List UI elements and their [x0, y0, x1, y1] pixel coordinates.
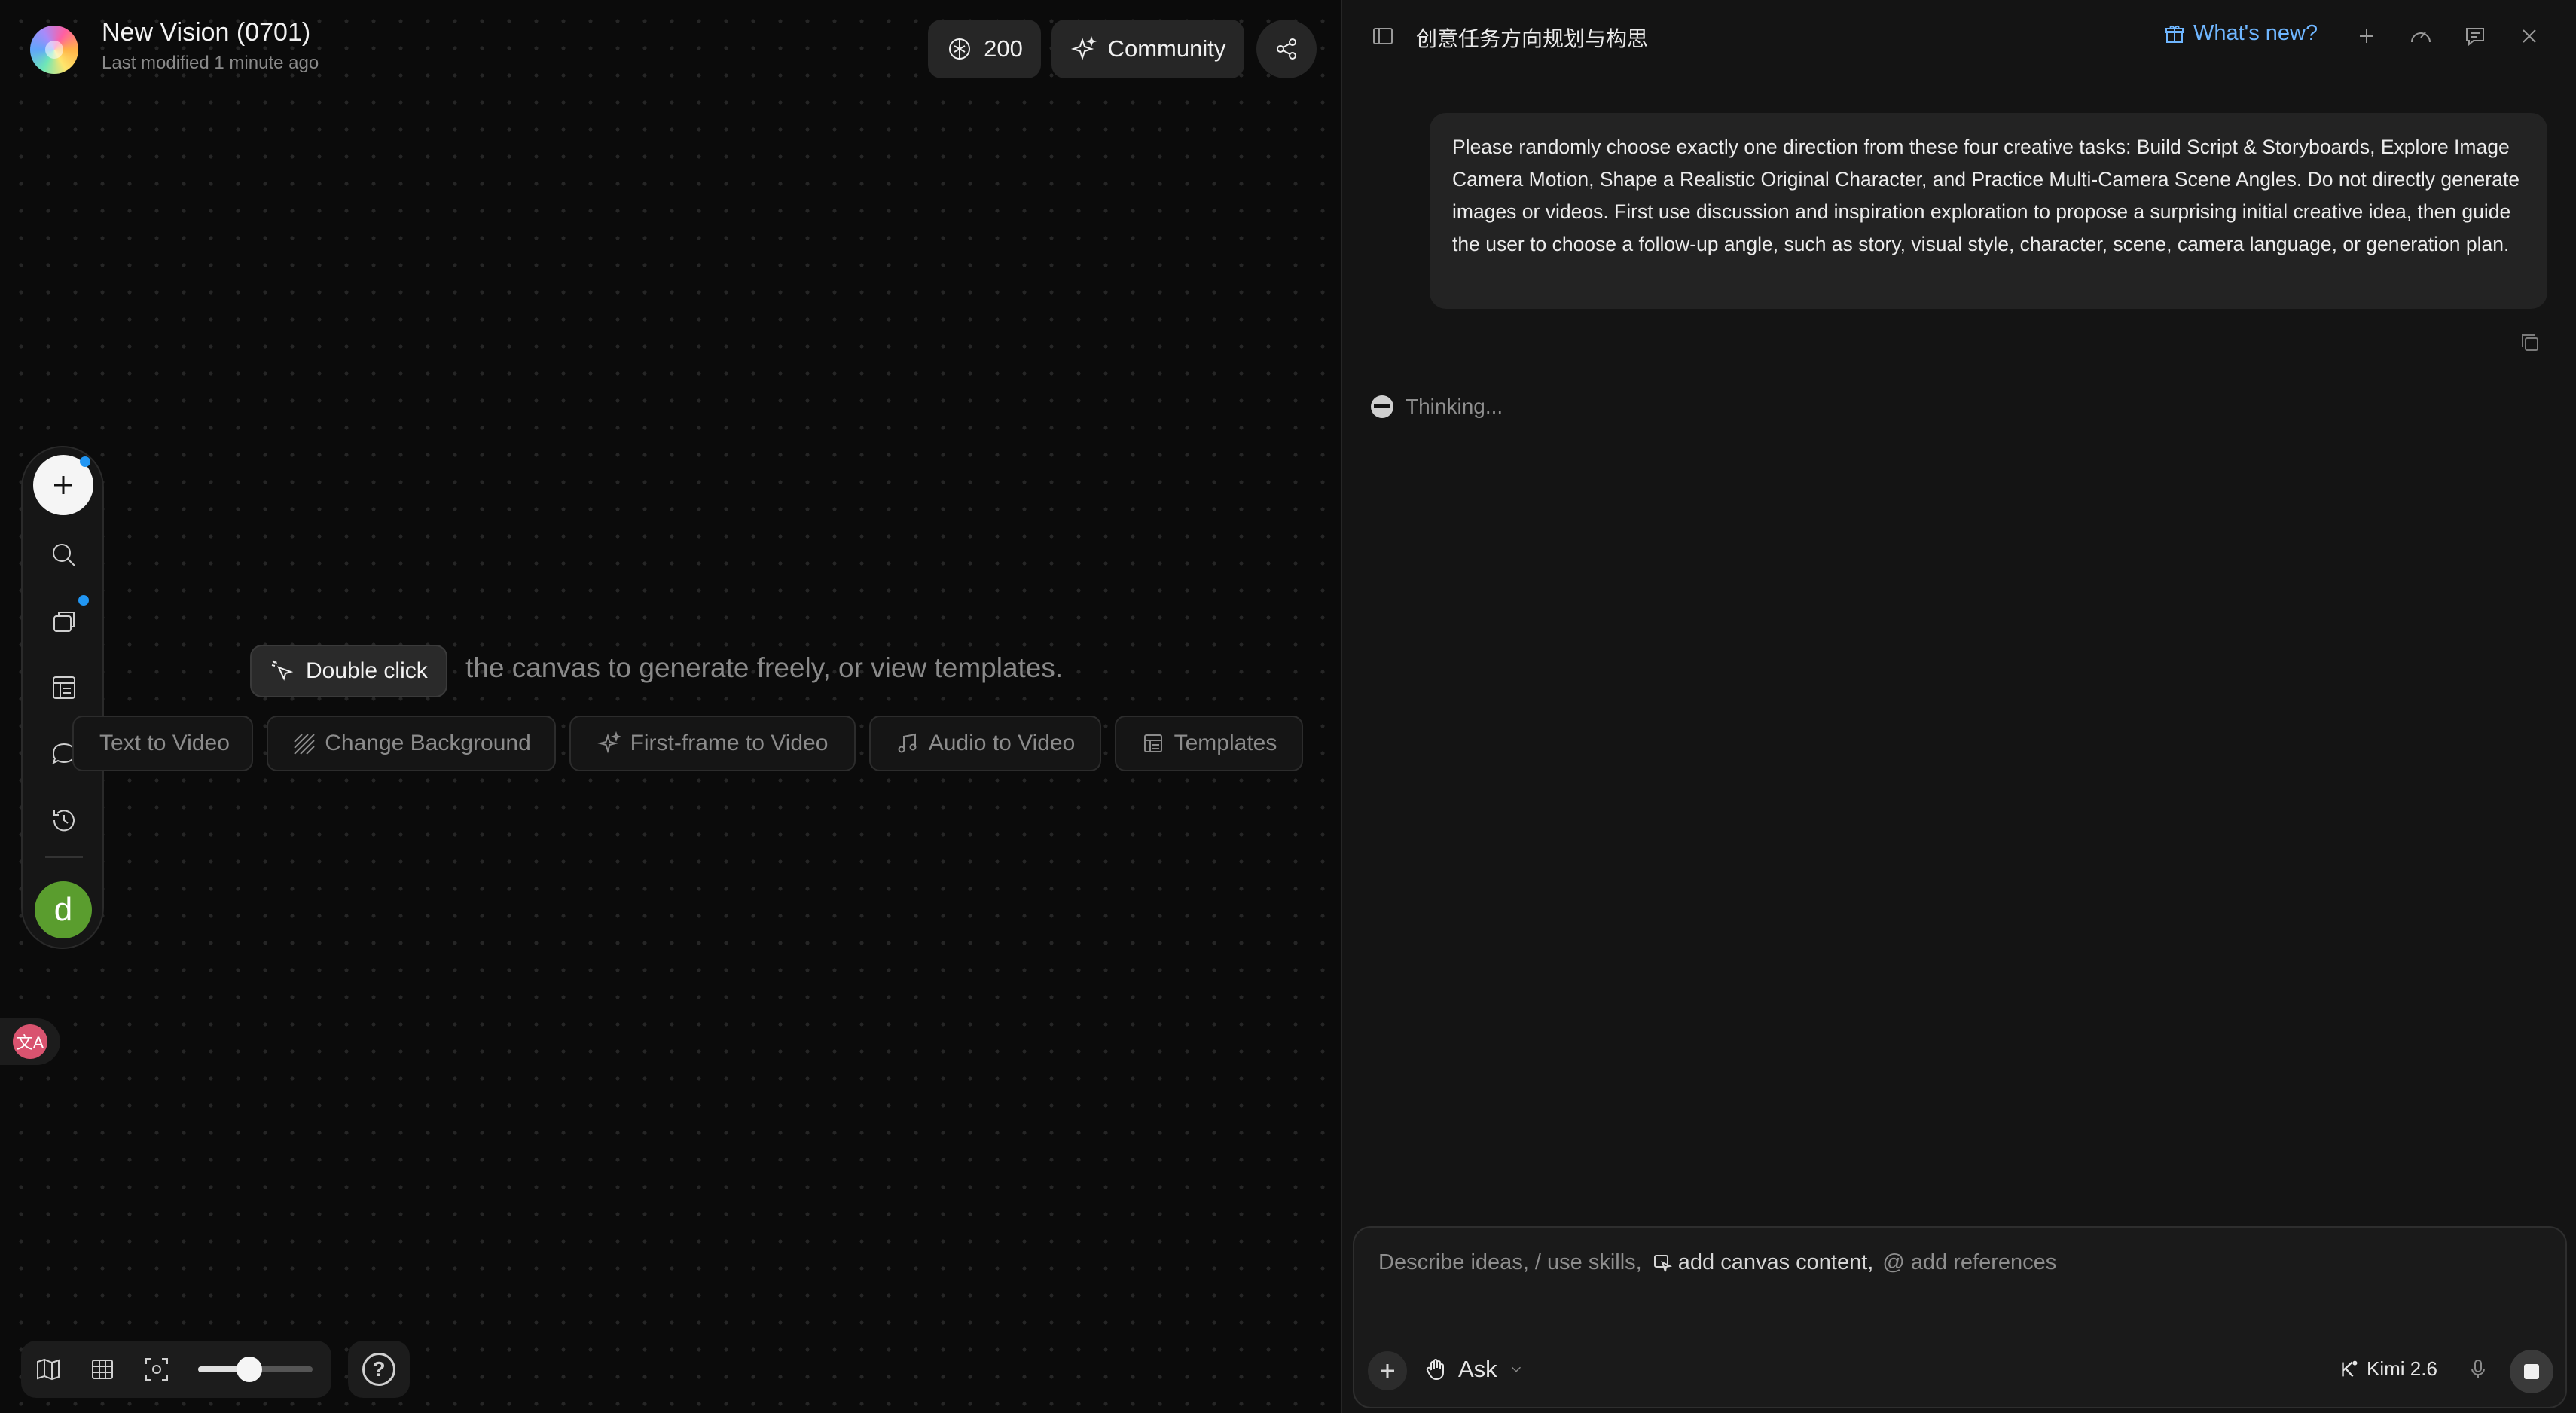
layout-icon — [53, 676, 75, 699]
left-toolbar: d — [21, 446, 104, 949]
placeholder-references: @ add references — [1882, 1250, 2057, 1274]
whats-new-link[interactable]: What's new? — [2163, 21, 2318, 46]
user-message: Please randomly choose exactly one direc… — [1430, 113, 2547, 309]
search-button[interactable] — [48, 539, 80, 571]
stop-generation-button[interactable] — [2510, 1350, 2553, 1393]
template-icon — [1143, 734, 1162, 752]
share-icon — [1277, 38, 1296, 60]
first-frame-label: First-frame to Video — [630, 731, 829, 755]
gauge-icon — [2411, 32, 2431, 43]
thinking-text: Thinking... — [1406, 395, 1503, 418]
fit-view-button[interactable] — [130, 1341, 184, 1398]
message-icon — [2466, 28, 2484, 47]
project-title[interactable]: New Vision (0701) — [102, 18, 310, 47]
grid-icon — [92, 1360, 113, 1379]
mode-label: Ask — [1458, 1356, 1497, 1382]
share-button[interactable] — [1256, 20, 1317, 78]
plus-icon — [1381, 1364, 1394, 1378]
community-label: Community — [1107, 35, 1226, 62]
first-frame-to-video-button[interactable]: First-frame to Video — [569, 716, 856, 771]
cursor-click-icon — [271, 660, 294, 681]
usage-button[interactable] — [2406, 21, 2436, 51]
kimi-logo-icon — [2342, 1360, 2358, 1377]
canvas-area[interactable]: New Vision (0701) Last modified 1 minute… — [0, 0, 1341, 1413]
audio-to-video-label: Audio to Video — [928, 731, 1076, 755]
search-icon — [53, 544, 75, 566]
music-note-icon — [898, 733, 917, 753]
model-selector[interactable]: Kimi 2.6 — [2338, 1357, 2437, 1381]
zoom-slider[interactable] — [198, 1357, 313, 1382]
sidebar-icon — [1373, 28, 1393, 44]
conversation-title[interactable]: 创意任务方向规划与构思 — [1416, 23, 1648, 53]
thinking-indicator: Thinking... — [1371, 395, 1503, 419]
canvas-select-icon — [1653, 1254, 1672, 1271]
credits-icon — [949, 38, 971, 60]
text-to-video-label: Text to Video — [99, 731, 230, 755]
history-button[interactable] — [48, 804, 80, 836]
history-icon — [53, 810, 75, 832]
message-composer[interactable]: Describe ideas, / use skills, add canvas… — [1353, 1226, 2567, 1408]
stripes-icon — [294, 734, 315, 755]
stop-icon — [2524, 1364, 2539, 1379]
change-background-label: Change Background — [325, 731, 531, 755]
close-icon — [2523, 29, 2536, 43]
layout-button[interactable] — [48, 672, 80, 703]
microphone-icon — [2471, 1360, 2485, 1378]
placeholder-canvas: add canvas content, — [1677, 1250, 1874, 1274]
credits-button[interactable]: 200 — [928, 20, 1041, 78]
avatar[interactable]: d — [35, 881, 92, 938]
translate-icon: 文A — [13, 1024, 47, 1059]
translate-button[interactable]: 文A — [0, 1018, 60, 1065]
canvas-hint-text: the canvas to generate freely, or view t… — [465, 652, 1064, 683]
mode-selector[interactable]: Ask — [1424, 1356, 1525, 1383]
whats-new-label: What's new? — [2193, 21, 2318, 45]
copy-message-button[interactable] — [2517, 330, 2543, 356]
plus-icon — [54, 476, 72, 494]
toolbar-divider — [45, 856, 83, 858]
model-label: Kimi 2.6 — [2367, 1357, 2437, 1380]
attach-button[interactable] — [1368, 1351, 1407, 1390]
chat-history-button[interactable] — [2460, 21, 2490, 51]
community-button[interactable]: Community — [1051, 20, 1244, 78]
sparkle-icon — [1070, 35, 1097, 61]
canvas-bottom-bar — [21, 1341, 331, 1398]
sparkle-icon — [597, 731, 621, 754]
copy-icon — [2522, 334, 2538, 351]
help-button[interactable]: ? — [348, 1341, 410, 1398]
gift-icon — [2165, 25, 2184, 43]
templates-button[interactable]: Templates — [1115, 716, 1303, 771]
text-to-video-button[interactable]: Text to Video — [72, 716, 253, 771]
plus-icon — [2360, 29, 2373, 43]
app-logo[interactable] — [30, 26, 78, 74]
assistant-avatar-icon — [1371, 395, 1393, 418]
grid-toggle-button[interactable] — [75, 1341, 130, 1398]
credits-count: 200 — [984, 35, 1023, 62]
help-icon: ? — [362, 1353, 395, 1386]
composer-placeholder[interactable]: Describe ideas, / use skills, add canvas… — [1378, 1250, 2056, 1275]
double-click-chip: Double click — [250, 645, 447, 697]
double-click-label: Double click — [306, 658, 428, 683]
assets-button[interactable] — [48, 606, 80, 637]
templates-label: Templates — [1174, 731, 1277, 755]
close-panel-button[interactable] — [2514, 21, 2544, 51]
voice-input-button[interactable] — [2466, 1357, 2490, 1381]
audio-to-video-button[interactable]: Audio to Video — [869, 716, 1101, 771]
chevron-down-icon — [1511, 1366, 1521, 1372]
chat-panel: 创意任务方向规划与构思 What's new? Please randomly … — [1341, 0, 2576, 1413]
minimap-button[interactable] — [21, 1341, 75, 1398]
notification-dot — [80, 456, 90, 467]
change-background-button[interactable]: Change Background — [267, 716, 556, 771]
assets-notification-dot — [78, 595, 89, 606]
zoom-slider-handle[interactable] — [237, 1357, 263, 1382]
last-modified-text: Last modified 1 minute ago — [102, 53, 319, 73]
sidebar-toggle-button[interactable] — [1368, 21, 1398, 51]
focus-icon — [145, 1358, 168, 1381]
map-icon — [37, 1358, 60, 1381]
hand-icon — [1426, 1359, 1444, 1381]
new-chat-button[interactable] — [2352, 21, 2382, 51]
assets-icon — [53, 612, 75, 632]
placeholder-skills: Describe ideas, / use skills, — [1378, 1250, 1642, 1274]
